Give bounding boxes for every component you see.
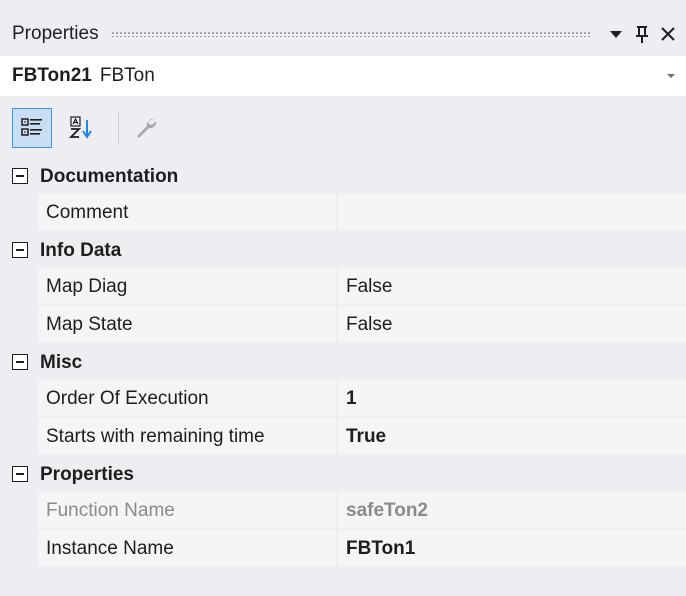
- category-misc[interactable]: Misc: [0, 344, 686, 380]
- wrench-icon: [137, 118, 157, 138]
- property-value-cell[interactable]: [338, 194, 686, 231]
- property-value[interactable]: FBTon1: [346, 538, 415, 560]
- properties-panel: Properties FBTon21 FBTon Documentation C…: [0, 0, 686, 596]
- property-name: Comment: [46, 202, 129, 223]
- property-value[interactable]: False: [346, 276, 392, 298]
- alphabetical-sort-icon: [69, 116, 92, 139]
- category-label: Documentation: [40, 166, 179, 187]
- grid-empty-area: [0, 570, 686, 596]
- property-name: Instance Name: [46, 538, 174, 559]
- property-row-comment[interactable]: Comment: [0, 194, 686, 232]
- category-documentation[interactable]: Documentation: [0, 158, 686, 194]
- category-label: Properties: [40, 464, 134, 485]
- property-value-cell[interactable]: [338, 418, 686, 455]
- property-row-map-diag[interactable]: Map Diag False: [0, 268, 686, 306]
- property-name: Function Name: [46, 500, 175, 521]
- category-label: Info Data: [40, 240, 122, 261]
- property-value: safeTon2: [346, 500, 429, 521]
- panel-title: Properties: [12, 23, 99, 44]
- property-row-instance-name[interactable]: Instance Name FBTon1: [0, 530, 686, 568]
- collapse-icon[interactable]: [12, 466, 28, 482]
- property-name: Starts with remaining time: [46, 426, 265, 447]
- category-properties[interactable]: Properties: [0, 456, 686, 492]
- property-name: Map Diag: [46, 276, 128, 297]
- selected-object-type: FBTon: [99, 65, 155, 86]
- property-row-map-state[interactable]: Map State False: [0, 306, 686, 344]
- toolbar-separator: [118, 112, 119, 144]
- properties-toolbar: [0, 100, 686, 156]
- property-value[interactable]: 1: [346, 388, 357, 410]
- property-value[interactable]: False: [346, 314, 392, 336]
- collapse-icon[interactable]: [12, 354, 28, 370]
- property-grid: Documentation Comment Info Data Map Diag…: [0, 158, 686, 568]
- property-name: Map State: [46, 314, 133, 335]
- property-pages-button[interactable]: [126, 108, 166, 148]
- property-row-starts-with-remaining-time[interactable]: Starts with remaining time True: [0, 418, 686, 456]
- chevron-down-icon[interactable]: [664, 66, 678, 86]
- object-selector[interactable]: FBTon21 FBTon: [0, 56, 686, 96]
- property-name: Order Of Execution: [46, 388, 209, 409]
- category-info-data[interactable]: Info Data: [0, 232, 686, 268]
- selected-object-name: FBTon21: [12, 65, 92, 86]
- collapse-icon[interactable]: [12, 168, 28, 184]
- pin-icon[interactable]: [630, 22, 654, 46]
- properties-title-bar[interactable]: Properties: [0, 16, 686, 52]
- title-grip[interactable]: [110, 31, 592, 37]
- categorized-icon: [21, 118, 42, 136]
- property-row-function-name[interactable]: Function Name safeTon2: [0, 492, 686, 530]
- property-row-order-of-execution[interactable]: Order Of Execution 1: [0, 380, 686, 418]
- collapse-icon[interactable]: [12, 242, 28, 258]
- category-label: Misc: [40, 352, 83, 373]
- close-icon[interactable]: [656, 22, 680, 46]
- categorized-button[interactable]: [12, 108, 52, 148]
- property-value[interactable]: True: [346, 426, 386, 448]
- property-value-cell[interactable]: [338, 380, 686, 417]
- alphabetical-sort-button[interactable]: [62, 108, 102, 148]
- dropdown-arrow-icon[interactable]: [604, 22, 628, 46]
